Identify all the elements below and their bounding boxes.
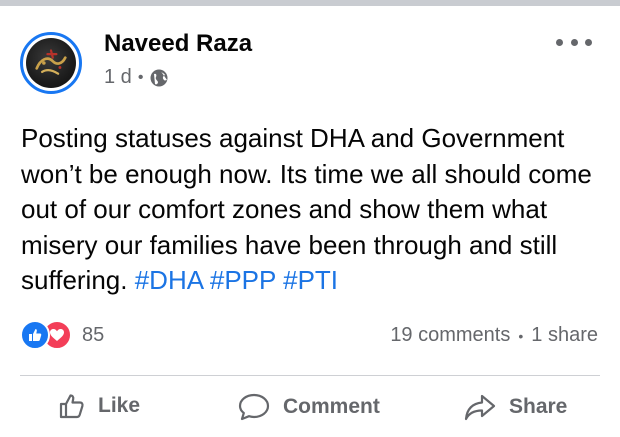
shares-count-link[interactable]: 1 share — [531, 324, 598, 347]
share-label: Share — [509, 395, 568, 418]
hashtag-dha[interactable]: #DHA — [135, 265, 203, 295]
actions-divider — [20, 375, 600, 376]
hashtag-pti[interactable]: #PTI — [283, 265, 338, 295]
stats-separator: • — [518, 327, 524, 344]
post-meta: 1 d • — [104, 66, 169, 89]
more-options-icon[interactable] — [556, 32, 592, 52]
post-text: Posting statuses against DHA and Governm… — [21, 121, 611, 299]
top-divider — [0, 0, 620, 6]
meta-separator: • — [137, 68, 144, 86]
thumbs-up-icon — [59, 394, 84, 419]
comment-button[interactable]: Comment — [237, 392, 380, 422]
engagement-stats: 19 comments • 1 share — [390, 324, 598, 347]
reaction-count: 85 — [82, 323, 105, 346]
like-button[interactable]: Like — [58, 392, 140, 420]
author-name[interactable]: Naveed Raza — [104, 30, 252, 58]
reactions-summary[interactable]: 85 — [20, 320, 104, 350]
share-button[interactable]: Share — [463, 392, 567, 422]
share-arrow-icon — [464, 394, 496, 421]
like-reaction-icon — [20, 320, 50, 350]
avatar[interactable] — [20, 32, 82, 94]
comment-label: Comment — [283, 395, 380, 418]
like-label: Like — [98, 394, 141, 417]
hashtag-ppp[interactable]: #PPP — [210, 265, 276, 295]
comments-count-link[interactable]: 19 comments — [390, 324, 510, 347]
globe-icon — [150, 69, 168, 86]
post-time[interactable]: 1 d — [104, 66, 132, 89]
avatar-image — [26, 38, 76, 88]
comment-icon — [238, 393, 270, 421]
